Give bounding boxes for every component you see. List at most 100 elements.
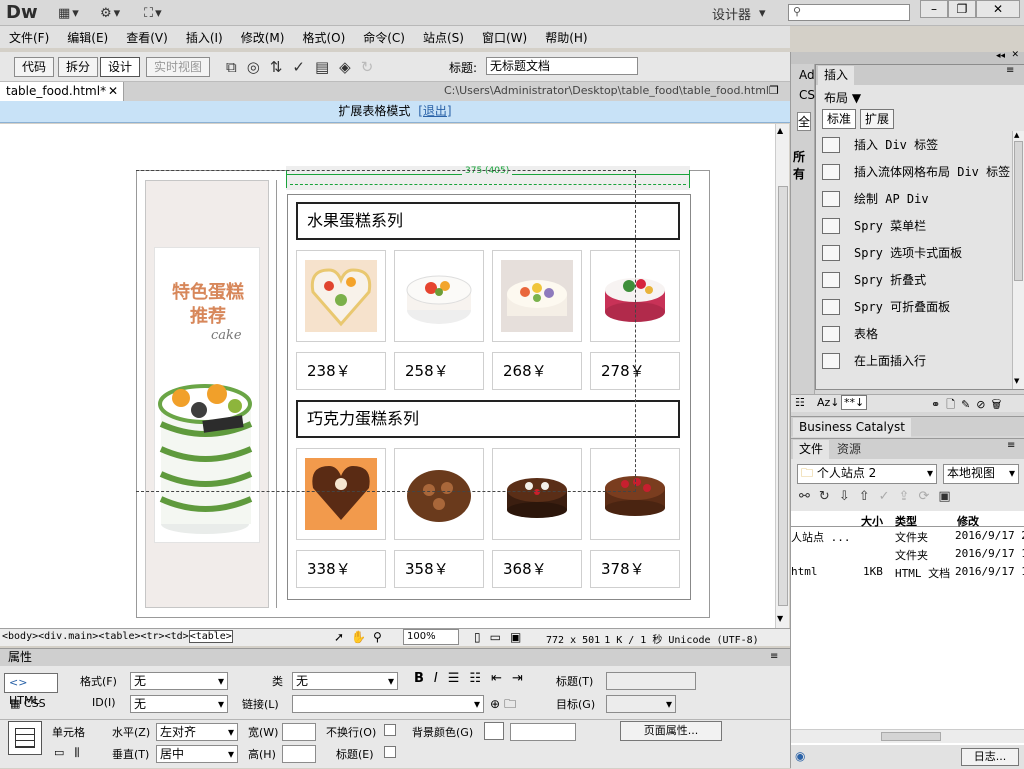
- insert-scrollbar[interactable]: ▲ ▼: [1012, 131, 1024, 389]
- workspace-switcher[interactable]: 设计器 ▾: [712, 4, 766, 23]
- canvas-scrollbar[interactable]: ▲ ▼: [775, 124, 789, 628]
- hand-icon[interactable]: ✋: [351, 630, 373, 644]
- menu-item[interactable]: 修改(M): [232, 29, 294, 46]
- scroll-down-icon[interactable]: ▼: [777, 614, 783, 623]
- italic-icon[interactable]: I: [434, 671, 448, 686]
- tag-selector-item[interactable]: <div.main>: [38, 631, 98, 642]
- merge-cells-icon[interactable]: ▭: [54, 746, 74, 759]
- file-row[interactable]: 人站点 ... 文件夹 2016/9/17 2: [791, 529, 1024, 547]
- split-view-button[interactable]: 拆分: [58, 57, 99, 77]
- panel-close-icon[interactable]: ✕: [1011, 50, 1019, 60]
- zoom-icon[interactable]: ⚲: [373, 630, 389, 644]
- validate-icon[interactable]: ✓: [292, 58, 315, 76]
- design-view-button[interactable]: 设计: [100, 57, 141, 77]
- insert-item[interactable]: Spry 菜单栏: [816, 212, 1012, 239]
- page-title-input[interactable]: 无标题文档: [486, 57, 638, 75]
- site-menu-button[interactable]: ⛶ ▾: [144, 4, 162, 22]
- target-select[interactable]: ▾: [606, 695, 676, 713]
- scroll-down-icon[interactable]: ▼: [1014, 377, 1019, 385]
- price-cell[interactable]: 358￥: [394, 550, 484, 588]
- split-cell-icon[interactable]: ⫼: [74, 746, 89, 759]
- menu-item[interactable]: 命令(C): [354, 29, 414, 46]
- page-properties-button[interactable]: 页面属性...: [620, 721, 722, 741]
- insert-tab[interactable]: 插入: [818, 66, 855, 85]
- halign-select[interactable]: 左对齐 ▾: [156, 723, 238, 741]
- panel-options-icon[interactable]: ≡: [770, 651, 778, 662]
- menu-item[interactable]: 文件(F): [0, 29, 58, 46]
- close-tab-icon[interactable]: ✕: [108, 82, 118, 101]
- panel-options-icon[interactable]: ≡: [1006, 65, 1014, 76]
- header-checkbox[interactable]: [384, 746, 396, 758]
- scroll-thumb[interactable]: [1014, 141, 1023, 281]
- scroll-up-icon[interactable]: ▲: [777, 126, 783, 135]
- minimize-button[interactable]: –: [920, 0, 948, 18]
- mobile-size-icon[interactable]: ▯: [474, 630, 490, 644]
- window-dims[interactable]: 772 x 501: [546, 635, 600, 646]
- file-row[interactable]: 文件夹 2016/9/17 1: [791, 547, 1024, 565]
- id-select[interactable]: 无 ▾: [130, 695, 228, 713]
- zoom-select[interactable]: 100%: [403, 629, 459, 645]
- bold-icon[interactable]: B: [414, 671, 434, 686]
- bgcolor-swatch[interactable]: [484, 722, 504, 740]
- browse-folder-icon[interactable]: 🗀: [504, 697, 520, 711]
- insert-item[interactable]: 在上面插入行: [816, 347, 1012, 374]
- help-search-input[interactable]: ⚲: [788, 4, 910, 21]
- price-cell[interactable]: 368￥: [492, 550, 582, 588]
- cell-height-input[interactable]: [282, 745, 316, 763]
- scroll-thumb[interactable]: [778, 186, 788, 606]
- desktop-size-icon[interactable]: ▣: [510, 630, 530, 644]
- menu-item[interactable]: 编辑(E): [58, 29, 117, 46]
- check-out-icon[interactable]: ✓: [879, 489, 899, 504]
- valign-select[interactable]: 居中 ▾: [156, 745, 238, 763]
- set-properties-icon[interactable]: **↓: [841, 395, 868, 410]
- scroll-up-icon[interactable]: ▲: [1014, 131, 1019, 139]
- sync-icon[interactable]: ⟳: [918, 489, 938, 504]
- indent-icon[interactable]: ⇥: [512, 671, 533, 686]
- tag-selector-item[interactable]: <td>: [165, 631, 189, 642]
- all-tab-stub[interactable]: 全: [797, 112, 812, 131]
- files-tab[interactable]: 文件: [793, 440, 830, 459]
- price-cell[interactable]: 378￥: [590, 550, 680, 588]
- files-hscrollbar[interactable]: [791, 729, 1024, 743]
- new-rule-icon[interactable]: 🗋: [946, 398, 961, 411]
- css-mode-button[interactable]: ▦ CSS: [4, 695, 58, 715]
- exit-expanded-link[interactable]: [退出]: [418, 104, 451, 118]
- tag-selector-item[interactable]: <tr>: [141, 631, 165, 642]
- assets-tab[interactable]: 资源: [831, 440, 867, 459]
- view-select[interactable]: 本地视图 ▾: [943, 464, 1019, 484]
- cell-width-input[interactable]: [282, 723, 316, 741]
- css-tab-stub[interactable]: CS: [799, 88, 815, 102]
- tag-selector-item[interactable]: <table>: [188, 630, 233, 643]
- pointer-icon[interactable]: ➚: [334, 630, 351, 644]
- insert-item[interactable]: Spry 折叠式: [816, 266, 1012, 293]
- category-view-icon[interactable]: ☷: [795, 396, 805, 409]
- put-files-icon[interactable]: ⇧: [859, 489, 879, 504]
- insert-item[interactable]: 插入流体网格布局 Div 标签: [816, 158, 1012, 185]
- refresh-icon[interactable]: ↻: [819, 489, 839, 504]
- modified-header[interactable]: 修改: [957, 513, 979, 529]
- menu-item[interactable]: 格式(O): [293, 29, 354, 46]
- menu-item[interactable]: 站点(S): [414, 29, 473, 46]
- format-select[interactable]: 无 ▾: [130, 672, 228, 690]
- file-manage-icon[interactable]: ⇅: [270, 58, 293, 76]
- browser-check-icon[interactable]: ◈: [339, 58, 361, 76]
- connect-icon[interactable]: ⚯: [799, 489, 819, 504]
- edit-rule-icon[interactable]: ✎: [961, 398, 976, 411]
- price-cell[interactable]: 338￥: [296, 550, 386, 588]
- file-row[interactable]: html 1KB HTML 文档 2016/9/17 1: [791, 565, 1024, 583]
- check-in-icon[interactable]: ⇪: [899, 489, 919, 504]
- size-header[interactable]: 大小: [861, 513, 883, 529]
- insert-item[interactable]: Spry 选项卡式面板: [816, 239, 1012, 266]
- maximize-button[interactable]: ❐: [948, 0, 976, 18]
- unordered-list-icon[interactable]: ☰: [448, 671, 470, 686]
- disable-icon[interactable]: ⊘: [976, 398, 991, 411]
- category-select[interactable]: 布局 ▼: [824, 89, 861, 106]
- expand-icon[interactable]: ▣: [938, 489, 959, 504]
- extend-menu-button[interactable]: ⚙ ▾: [100, 4, 120, 22]
- visual-aids-icon[interactable]: ▤: [315, 58, 339, 76]
- panel-options-icon[interactable]: ≡: [1007, 440, 1015, 451]
- nowrap-checkbox[interactable]: [384, 724, 396, 736]
- restore-doc-icon[interactable]: ❐: [769, 84, 779, 97]
- outdent-icon[interactable]: ⇤: [491, 671, 512, 686]
- multiscreen-icon[interactable]: ⧉: [226, 58, 247, 76]
